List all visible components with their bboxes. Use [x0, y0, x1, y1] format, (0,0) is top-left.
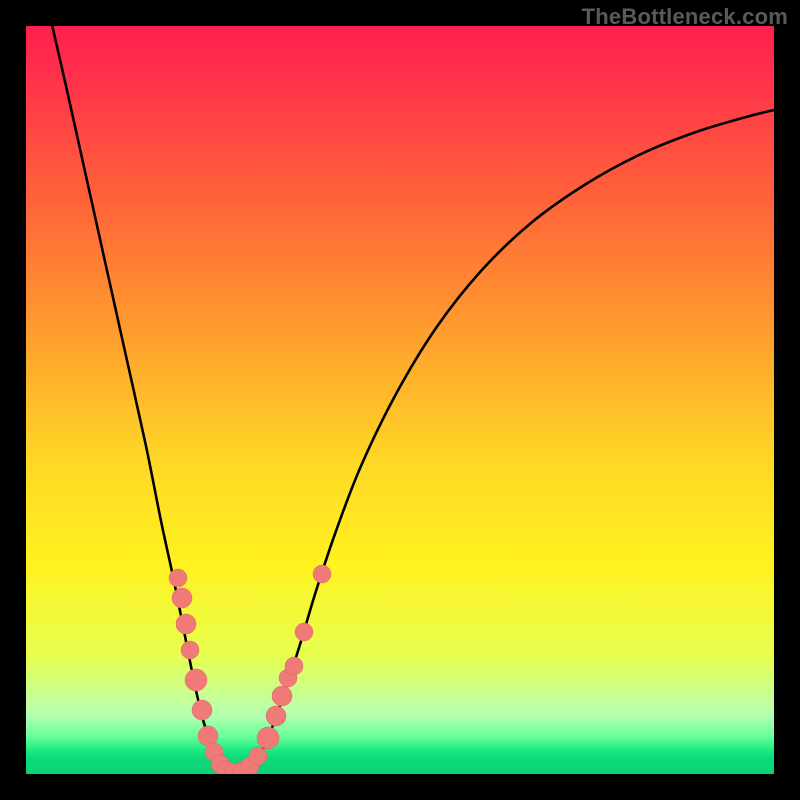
sample-dot: [272, 686, 292, 706]
sample-dot: [266, 706, 286, 726]
sample-dots: [169, 565, 331, 774]
watermark-text: TheBottleneck.com: [582, 4, 788, 30]
curve-layer: [26, 26, 774, 774]
sample-dot: [313, 565, 331, 583]
sample-dot: [295, 623, 313, 641]
sample-dot: [169, 569, 187, 587]
plot-area: [26, 26, 774, 774]
sample-dot: [249, 747, 267, 765]
sample-dot: [181, 641, 199, 659]
sample-dot: [192, 700, 212, 720]
sample-dot: [185, 669, 207, 691]
sample-dot: [285, 657, 303, 675]
sample-dot: [176, 614, 196, 634]
bottleneck-curve: [50, 26, 774, 773]
chart-frame: TheBottleneck.com: [0, 0, 800, 800]
sample-dot: [257, 727, 279, 749]
sample-dot: [172, 588, 192, 608]
